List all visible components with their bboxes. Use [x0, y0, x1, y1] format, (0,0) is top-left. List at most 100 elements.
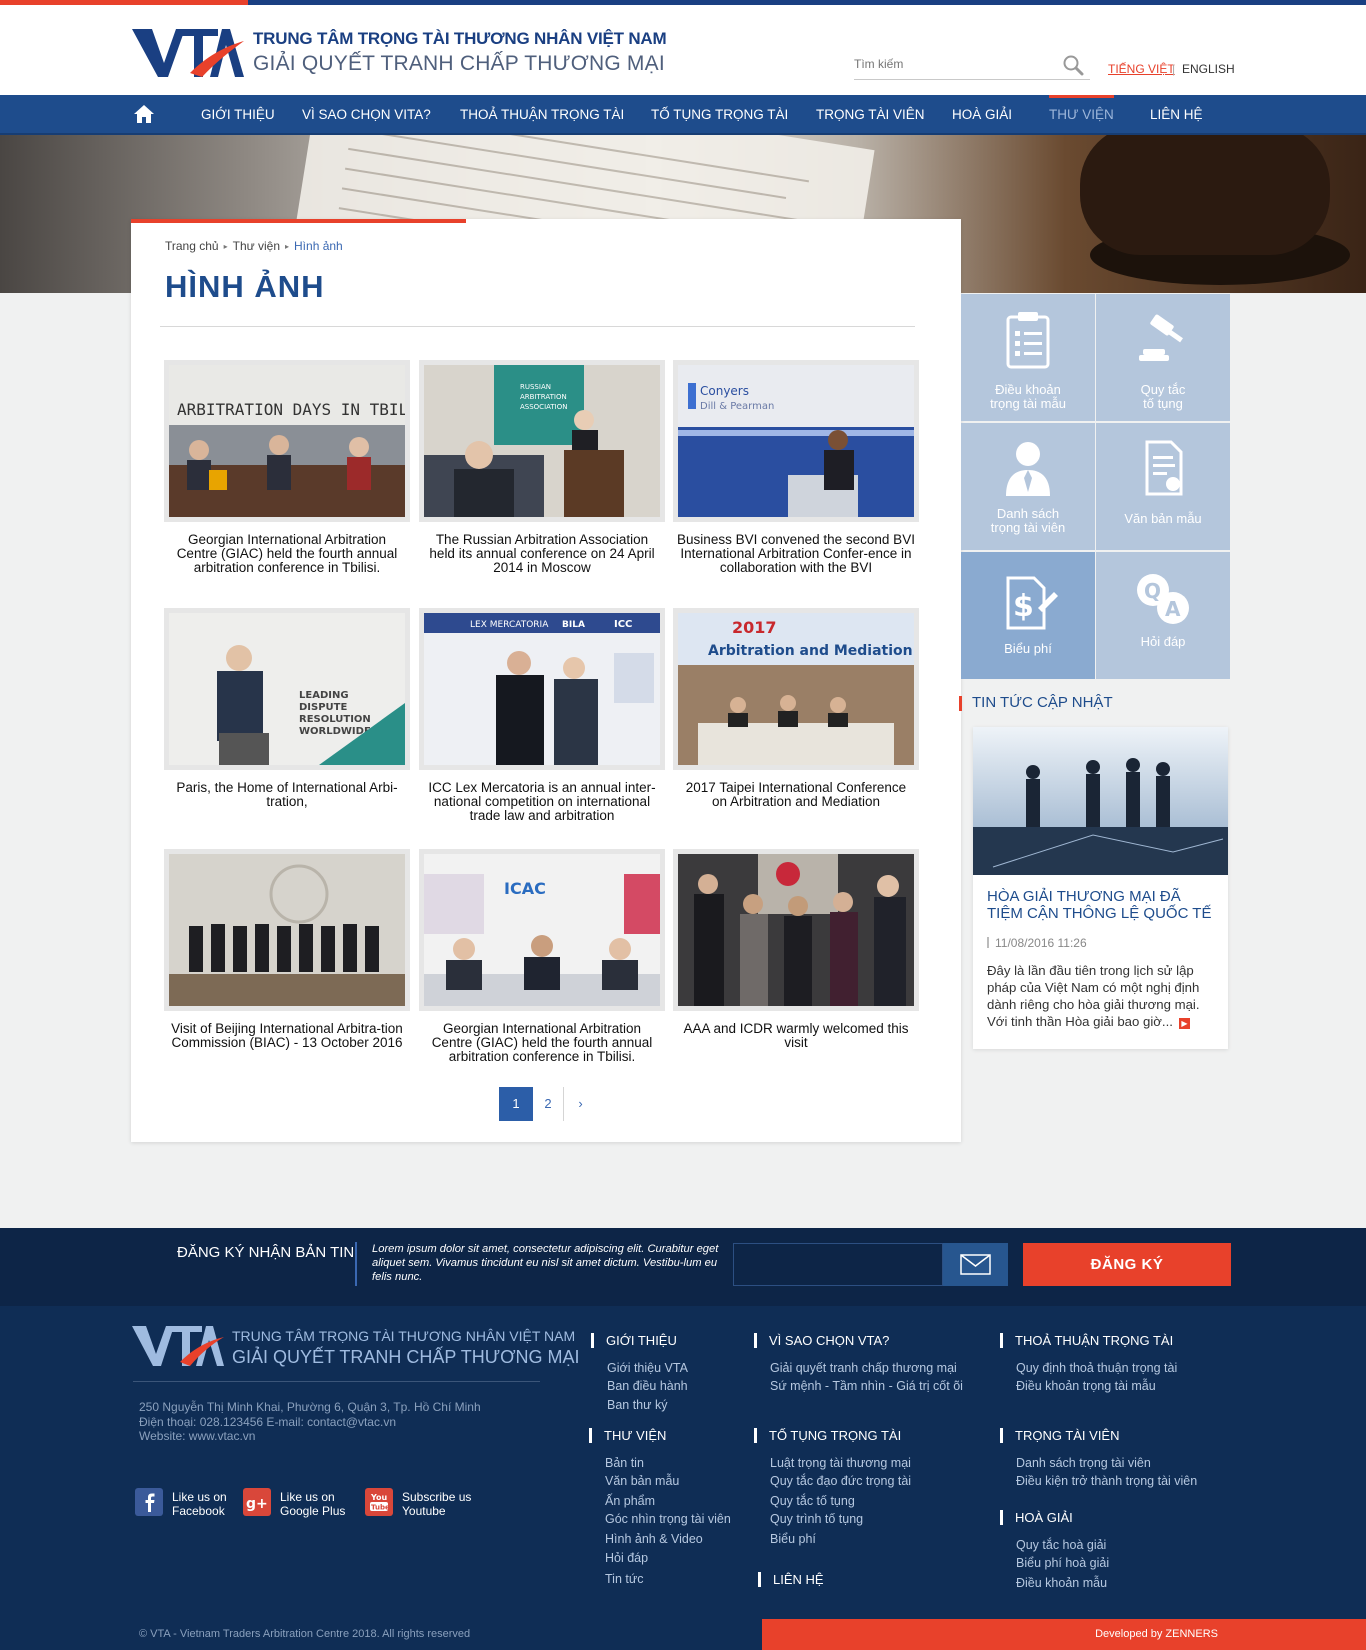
nav-item-to-tung-trong-tai[interactable]: TỐ TỤNG TRỌNG TÀI: [651, 95, 788, 135]
svg-text:A: A: [1165, 597, 1181, 621]
tile-label: trọng tài viên: [990, 520, 1066, 535]
gallery-item[interactable]: RUSSIAN ARBITRATION ASSOCIATION The Russ…: [419, 360, 665, 576]
svg-text:Arbitration and Mediation: Arbitration and Mediation: [708, 643, 913, 659]
footer-link[interactable]: Bản tin: [605, 1456, 644, 1470]
nav-item-thoa-thuan-trong-tai[interactable]: THOẢ THUẬN TRỌNG TÀI: [460, 95, 624, 135]
gallery-item[interactable]: ARBITRATION DAYS IN TBILI Georgian Inter…: [164, 360, 410, 576]
nav-item-thu-vien[interactable]: THƯ VIỆN: [1049, 95, 1114, 135]
copyright-bar: © VTA - Vietnam Traders Arbitration Cent…: [0, 1619, 762, 1650]
footer-link[interactable]: Giới thiệu VTA: [607, 1361, 688, 1375]
dollar-document-icon: $: [1006, 576, 1058, 630]
footer-link[interactable]: Quy định thoả thuận trọng tài: [1016, 1361, 1177, 1375]
footer-link[interactable]: Ấn phẩm: [605, 1494, 655, 1508]
footer-heading-thu-vien[interactable]: THƯ VIỆN: [588, 1428, 666, 1443]
footer-link[interactable]: Hỏi đáp: [605, 1551, 648, 1565]
footer-link[interactable]: Biểu phí hoà giải: [1016, 1556, 1109, 1570]
photo-icc-lex-mercatoria: LEX MERCATORIA BILA ICC: [424, 613, 660, 765]
nav-item-hoa-giai[interactable]: HOÀ GIẢI: [952, 95, 1012, 135]
footer-link[interactable]: Quy tắc đạo đức trọng tài: [770, 1474, 911, 1488]
page-title: HÌNH ẢNH: [165, 269, 325, 304]
gallery-item[interactable]: AAA and ICDR warmly welcomed this visit: [673, 849, 919, 1050]
search-icon[interactable]: [1062, 54, 1084, 76]
nav-item-lien-he[interactable]: LIÊN HỆ: [1150, 95, 1203, 135]
photo-giac-conference: ARBITRATION DAYS IN TBILI: [169, 365, 405, 517]
gallery-item[interactable]: Conyers Dill & Pearman Business BVI conv…: [673, 360, 919, 576]
main-nav: GIỚI THIỆU VÌ SAO CHỌN VITA? THOẢ THUẬN …: [0, 95, 1366, 135]
footer-heading-trong-tai-vien[interactable]: TRỌNG TÀI VIÊN: [1000, 1428, 1120, 1443]
footer-heading-vi-sao-chon-vta[interactable]: VÌ SAO CHỌN VTA?: [753, 1333, 889, 1348]
person-icon: [1006, 442, 1050, 496]
breadcrumb-arrow-icon: ▸: [223, 242, 228, 252]
footer-link[interactable]: Hình ảnh & Video: [605, 1532, 703, 1546]
gallery-item[interactable]: LEADING DISPUTE RESOLUTION WORLDWIDE Par…: [164, 608, 410, 809]
nav-item-gioi-thieu[interactable]: GIỚI THIỆU: [201, 95, 275, 135]
footer-link[interactable]: Văn bản mẫu: [605, 1474, 679, 1488]
newsletter-email-input[interactable]: [733, 1243, 943, 1286]
search-box: [854, 50, 1090, 80]
svg-text:LEADING: LEADING: [299, 690, 349, 701]
footer-link[interactable]: Quy tắc hoà giải: [1016, 1538, 1106, 1552]
tile-arbitrator-list[interactable]: Danh sách trọng tài viên: [961, 423, 1095, 550]
news-title[interactable]: HÒA GIẢI THƯƠNG MẠI ĐÃ TIỆM CẬN THÔNG LỆ…: [987, 888, 1217, 922]
gallery-item[interactable]: ICAC Georgian International Arbitration …: [419, 849, 665, 1065]
footer-link[interactable]: Danh sách trọng tài viên: [1016, 1456, 1151, 1470]
page-2-button[interactable]: 2: [531, 1087, 565, 1121]
language-english-link[interactable]: ENGLISH: [1182, 62, 1235, 76]
newsletter-title: ĐĂNG KÝ NHẬN BẢN TIN: [177, 1244, 355, 1261]
search-input[interactable]: [854, 50, 1054, 78]
news-card[interactable]: HÒA GIẢI THƯƠNG MẠI ĐÃ TIỆM CẬN THÔNG LỆ…: [973, 727, 1228, 1049]
footer-link[interactable]: Quy trình tố tụng: [770, 1512, 863, 1526]
breadcrumb-home[interactable]: Trang chủ: [165, 239, 219, 253]
footer-heading-to-tung-trong-tai[interactable]: TỐ TỤNG TRỌNG TÀI: [753, 1428, 901, 1443]
gallery-item[interactable]: Visit of Beijing International Arbitra-t…: [164, 849, 410, 1050]
page-1-button[interactable]: 1: [499, 1087, 533, 1121]
footer-link[interactable]: Góc nhìn trọng tài viên: [605, 1512, 731, 1526]
footer-link[interactable]: Ban điều hành: [607, 1379, 688, 1393]
newsletter-divider: [355, 1242, 357, 1286]
gallery-caption: Business BVI convened the second BVI Int…: [677, 532, 915, 576]
tile-faq[interactable]: Q A Hỏi đáp: [1096, 552, 1230, 679]
footer-link[interactable]: Điều khoản trọng tài mẫu: [1016, 1379, 1156, 1393]
nav-item-trong-tai-vien[interactable]: TRỌNG TÀI VIÊN: [816, 95, 925, 135]
svg-text:ARBITRATION: ARBITRATION: [520, 393, 567, 401]
footer-heading-gioi-thieu[interactable]: GIỚI THIỆU: [591, 1333, 677, 1348]
developed-by-link[interactable]: Developed by ZENNERS: [1095, 1628, 1218, 1640]
tile-fees[interactable]: $ Biểu phí: [961, 552, 1095, 679]
footer-heading-lien-he[interactable]: LIÊN HỆ: [758, 1572, 824, 1587]
photo-paris-arbitration: LEADING DISPUTE RESOLUTION WORLDWIDE: [169, 613, 405, 765]
footer-heading-hoa-giai[interactable]: HOÀ GIẢI: [1000, 1510, 1073, 1525]
footer-link[interactable]: Quy tắc tố tụng: [770, 1494, 855, 1508]
next-page-chevron-icon[interactable]: ›: [563, 1087, 597, 1121]
breadcrumb-arrow-icon: ▸: [285, 242, 290, 252]
footer-heading-thoa-thuan-trong-tai[interactable]: THOẢ THUẬN TRỌNG TÀI: [999, 1333, 1173, 1348]
newsletter-mail-button[interactable]: [943, 1243, 1008, 1286]
gallery-caption: Georgian International Arbitration Centr…: [431, 1021, 653, 1065]
language-vietnamese-link[interactable]: TIẾNG VIỆT: [1108, 62, 1175, 76]
footer-link[interactable]: Biểu phí: [770, 1532, 816, 1546]
svg-text:2017: 2017: [732, 618, 777, 637]
gallery-thumbnail: [164, 849, 410, 1011]
tile-model-arbitration-clause[interactable]: Điều khoản trọng tài mẫu: [961, 294, 1095, 421]
footer-link[interactable]: Giải quyết tranh chấp thương mại: [770, 1361, 957, 1375]
nav-item-vi-sao-chon-vita[interactable]: VÌ SAO CHỌN VITA?: [302, 95, 431, 135]
home-icon[interactable]: [133, 104, 155, 124]
qa-icon: Q A: [1137, 574, 1189, 624]
news-image: [973, 727, 1228, 875]
footer-link[interactable]: Tin tức: [605, 1572, 643, 1586]
subscribe-button[interactable]: ĐĂNG KÝ: [1023, 1243, 1231, 1286]
footer-link[interactable]: Điều kiện trở thành trọng tài viên: [1016, 1474, 1197, 1488]
tile-procedure-rules[interactable]: Quy tắc tố tụng: [1096, 294, 1230, 421]
footer-divider: [133, 1381, 540, 1382]
gallery-item[interactable]: 2017 Arbitration and Mediation 2017 Taip…: [673, 608, 919, 809]
site-footer: TRUNG TÂM TRỌNG TÀI THƯƠNG NHÂN VIỆT NAM…: [0, 1306, 1366, 1619]
footer-vta-logo-icon[interactable]: [130, 1322, 225, 1370]
footer-link[interactable]: Luật trọng tài thương mại: [770, 1456, 911, 1470]
arrow-right-icon[interactable]: ▶: [1178, 1018, 1190, 1029]
footer-link[interactable]: Điều khoản mẫu: [1016, 1576, 1107, 1590]
breadcrumb-library[interactable]: Thư viện: [233, 239, 280, 253]
footer-link[interactable]: Ban thư ký: [607, 1398, 667, 1412]
gallery-thumbnail: 2017 Arbitration and Mediation: [673, 608, 919, 770]
gallery-item[interactable]: LEX MERCATORIA BILA ICC ICC Lex Mercator…: [419, 608, 665, 824]
footer-link[interactable]: Sứ mệnh - Tầm nhìn - Giá trị cốt õi: [770, 1379, 963, 1393]
tile-model-documents[interactable]: Văn bản mẫu: [1096, 423, 1230, 550]
